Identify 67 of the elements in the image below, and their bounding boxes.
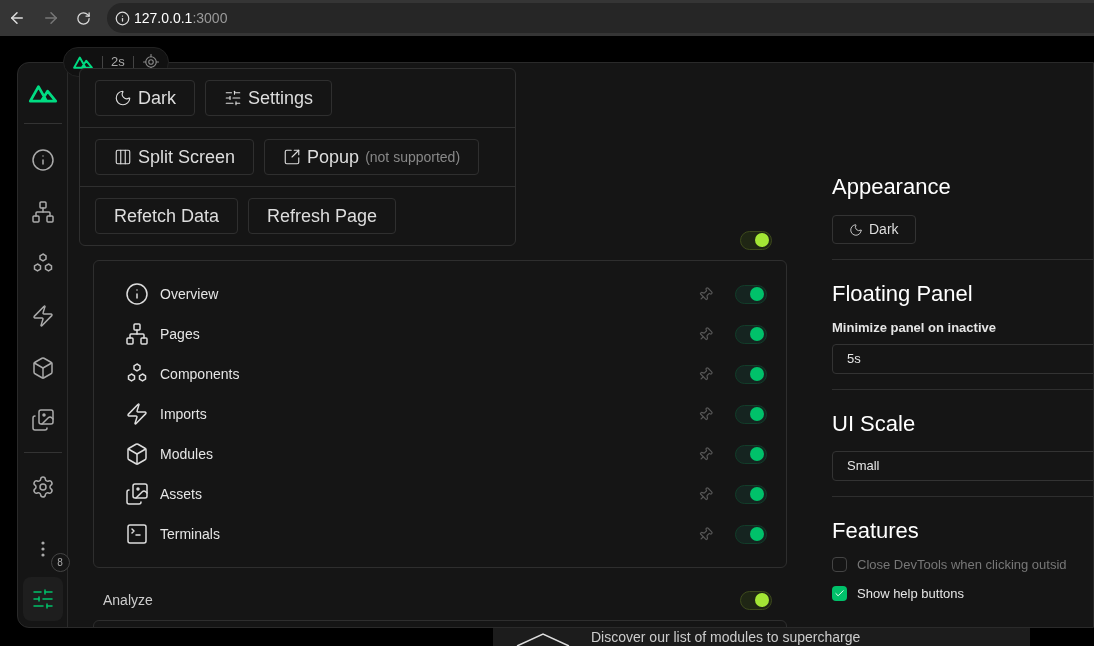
- terminal-icon: [125, 522, 149, 546]
- select-field[interactable]: 5s: [832, 343, 1093, 374]
- columns-icon: [114, 148, 132, 166]
- menu-button[interactable]: Dark: [95, 80, 195, 116]
- timer-text: 2s: [111, 53, 125, 72]
- section-heading: Floating Panel: [832, 280, 974, 308]
- toggle-switch[interactable]: [735, 484, 767, 504]
- logo-icon: [72, 55, 94, 69]
- logo-icon: [27, 83, 58, 103]
- banner-text: Discover our list of modules to supercharge: [591, 629, 861, 645]
- reload-icon[interactable]: [76, 10, 91, 26]
- lightning-icon: [125, 402, 149, 426]
- toggle-switch[interactable]: [735, 444, 767, 464]
- tab-label: Terminals: [160, 524, 221, 544]
- menu-button[interactable]: Settings: [205, 80, 333, 116]
- option-label: Close DevTools when clicking outsid: [857, 555, 1067, 574]
- tab-label: Modules: [160, 444, 214, 464]
- tree-icon: [30, 200, 55, 224]
- group-title: Analyze: [103, 590, 153, 610]
- tab-label: Assets: [160, 484, 203, 504]
- tab-label: Imports: [160, 404, 208, 424]
- external-link-icon: [283, 148, 302, 166]
- tab-label: Components: [160, 364, 241, 384]
- moon-icon: [114, 89, 132, 107]
- more-icon: [40, 541, 45, 557]
- address-bar[interactable]: 127.0.0.1:3000: [107, 3, 1094, 33]
- url-text: 127.0.0.1:3000: [134, 8, 228, 28]
- back-icon[interactable]: [8, 9, 26, 27]
- tab-label: Overview: [160, 284, 220, 304]
- menu-button[interactable]: Split Screen: [95, 139, 255, 175]
- images-icon: [30, 408, 55, 432]
- target-icon[interactable]: [141, 53, 160, 71]
- sliders-icon: [30, 587, 55, 611]
- toggle-switch[interactable]: [735, 524, 767, 544]
- lightning-icon: [30, 304, 55, 328]
- info-icon: [115, 10, 130, 26]
- count-badge: 8: [50, 553, 70, 572]
- cube-icon: [30, 356, 55, 380]
- tree-icon: [125, 322, 149, 346]
- checkbox[interactable]: [832, 586, 847, 602]
- select-field[interactable]: Small: [832, 450, 1093, 481]
- cube-icon: [125, 442, 149, 466]
- tab-label: Pages: [160, 324, 201, 344]
- section-heading: UI Scale: [832, 409, 917, 438]
- menu-button[interactable]: Refresh Page: [248, 198, 397, 234]
- field-label: Minimize panel on inactive: [832, 319, 997, 337]
- sliders-icon: [224, 89, 242, 107]
- section-heading: Appearance: [832, 173, 952, 201]
- toggle-switch[interactable]: [740, 590, 772, 610]
- menu-button[interactable]: Popup (not supported): [264, 139, 480, 175]
- sidebar-tab[interactable]: [22, 577, 63, 621]
- toggle-switch[interactable]: [735, 324, 767, 344]
- forward-icon[interactable]: [42, 9, 60, 27]
- menu-button[interactable]: Refetch Data: [95, 198, 239, 234]
- info-icon: [125, 282, 149, 306]
- moon-icon: [849, 222, 863, 237]
- info-icon: [30, 148, 55, 172]
- theme-button[interactable]: Dark: [832, 215, 916, 244]
- toggle-switch[interactable]: [740, 230, 772, 250]
- settings-icon: [30, 475, 55, 499]
- toggle-switch[interactable]: [735, 404, 767, 424]
- toggle-switch[interactable]: [735, 284, 767, 304]
- toggle-switch[interactable]: [735, 364, 767, 384]
- images-icon: [125, 482, 149, 506]
- section-heading: Features: [832, 516, 920, 545]
- checkbox[interactable]: [832, 556, 847, 572]
- option-label: Show help buttons: [857, 585, 964, 603]
